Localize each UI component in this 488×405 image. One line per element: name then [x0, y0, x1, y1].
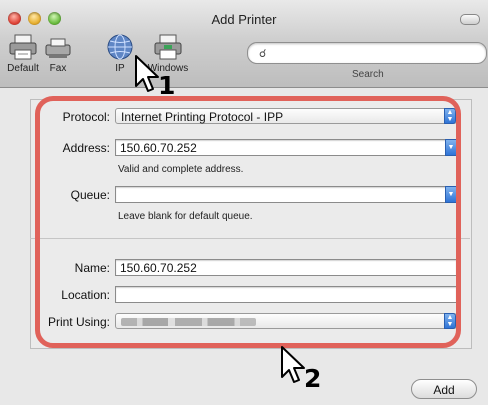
name-label: Name:	[74, 261, 110, 275]
print-using-value	[121, 318, 256, 326]
ip-globe-icon	[107, 34, 133, 60]
address-label: Address:	[62, 141, 110, 155]
location-field[interactable]	[115, 286, 457, 303]
pointer-cursor-icon	[281, 346, 305, 383]
toolbar-fax-label: Fax	[49, 63, 67, 74]
location-label: Location:	[61, 288, 110, 302]
step-number-1: 1	[158, 71, 176, 100]
panel-divider	[30, 238, 470, 239]
queue-hint: Leave blank for default queue.	[118, 211, 253, 222]
queue-field[interactable]: ▼	[115, 186, 457, 203]
window-title: Add Printer	[211, 12, 277, 27]
step-number-2: 2	[304, 364, 322, 393]
popup-arrows-icon: ▲ ▼	[444, 108, 456, 124]
name-field[interactable]: 150.60.70.252	[115, 259, 457, 276]
print-using-popup[interactable]: ▲ ▼	[115, 313, 457, 329]
search-field[interactable]: ☌	[247, 42, 487, 64]
chevron-down-icon[interactable]: ▼	[445, 139, 457, 156]
protocol-label: Protocol:	[62, 110, 110, 124]
default-printer-icon	[9, 34, 37, 60]
pointer-cursor-icon	[135, 55, 159, 92]
protocol-value: Internet Printing Protocol - IPP	[121, 110, 284, 124]
print-using-label: Print Using:	[47, 315, 110, 329]
protocol-popup[interactable]: Internet Printing Protocol - IPP ▲ ▼	[115, 108, 457, 124]
search-icon: ☌	[259, 48, 267, 60]
name-value: 150.60.70.252	[120, 261, 197, 275]
toolbar-fax[interactable]: Fax	[37, 33, 79, 74]
add-printer-window: Add Printer Default Fax IP Windows ☌ Sea…	[0, 0, 488, 405]
queue-label: Queue:	[70, 188, 110, 202]
address-value: 150.60.70.252	[120, 141, 197, 155]
address-hint: Valid and complete address.	[118, 164, 244, 175]
add-button[interactable]: Add	[411, 379, 477, 399]
toolbar-toggle-button[interactable]	[460, 14, 480, 25]
chevron-down-icon[interactable]: ▼	[445, 186, 457, 203]
printer-settings-panel	[30, 99, 472, 349]
fax-icon	[45, 38, 71, 58]
address-field[interactable]: 150.60.70.252 ▼	[115, 139, 457, 156]
popup-arrows-icon: ▲ ▼	[444, 313, 456, 329]
search-label: Search	[352, 69, 384, 80]
title-bar: Add Printer Default Fax IP Windows ☌ Sea…	[0, 0, 488, 88]
